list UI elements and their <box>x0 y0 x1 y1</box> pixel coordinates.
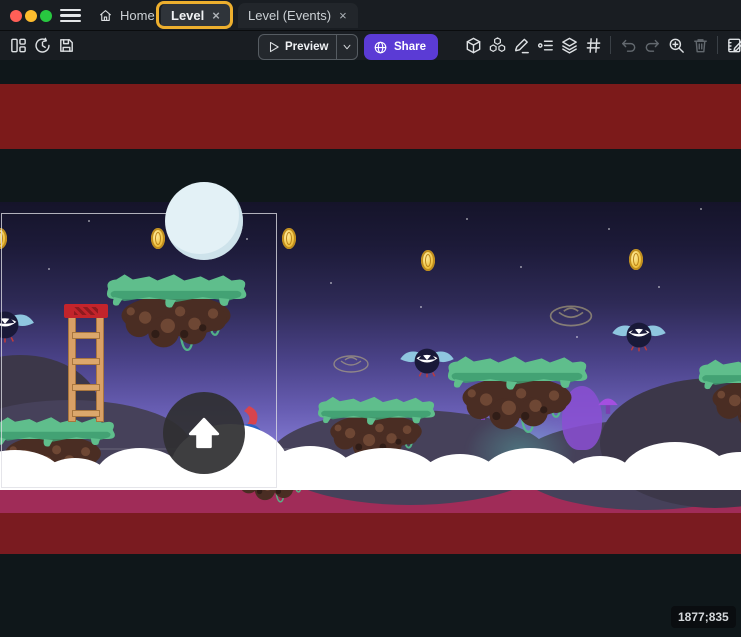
tab-level[interactable]: Level × <box>161 3 231 28</box>
coin[interactable] <box>151 228 165 249</box>
star <box>88 220 90 222</box>
project-manager-icon[interactable] <box>7 33 29 57</box>
moon <box>165 182 243 260</box>
coin[interactable] <box>421 250 435 271</box>
toolbar: Preview Share <box>0 31 741 60</box>
floating-island[interactable] <box>445 348 589 446</box>
tab-level-label: Level <box>171 8 204 23</box>
arrow-up-icon <box>182 411 226 455</box>
instances-list-icon[interactable] <box>534 33 556 57</box>
jump-touch-button[interactable] <box>163 392 245 474</box>
bat-enemy[interactable] <box>398 342 456 384</box>
grid-icon[interactable] <box>582 33 604 57</box>
floating-island[interactable] <box>0 410 118 496</box>
star <box>700 208 702 210</box>
floating-island[interactable] <box>314 390 438 472</box>
tab-level-events[interactable]: Level (Events) × <box>238 3 358 28</box>
chevron-down-icon <box>341 41 353 53</box>
star <box>658 286 660 288</box>
tab-level-events-label: Level (Events) <box>248 8 331 23</box>
share-button[interactable]: Share <box>364 34 438 60</box>
traffic-light-close[interactable] <box>10 10 22 22</box>
edit-pencil-icon[interactable] <box>510 33 532 57</box>
traffic-light-minimize[interactable] <box>25 10 37 22</box>
undo-icon[interactable] <box>617 33 639 57</box>
scene-editor-canvas[interactable] <box>0 60 741 637</box>
traffic-light-zoom[interactable] <box>40 10 52 22</box>
star <box>48 268 50 270</box>
toolbar-divider <box>610 36 611 54</box>
tab-bar: Home Level × Level (Events) × <box>0 0 741 31</box>
coin[interactable] <box>629 249 643 270</box>
toolbar-divider <box>717 36 718 54</box>
preview-dropdown[interactable] <box>336 35 357 59</box>
history-icon[interactable] <box>31 33 53 57</box>
star <box>420 306 422 308</box>
home-icon <box>98 8 113 23</box>
objects-cube-icon[interactable] <box>462 33 484 57</box>
ladder[interactable] <box>66 304 106 422</box>
coin[interactable] <box>282 228 296 249</box>
hamburger-menu-icon[interactable] <box>60 9 81 22</box>
swirl-decoration <box>332 354 370 374</box>
mushroom <box>596 392 620 416</box>
preview-label: Preview <box>281 41 336 53</box>
tab-home-label: Home <box>120 8 155 23</box>
star <box>246 238 248 240</box>
save-icon[interactable] <box>55 33 77 57</box>
share-label: Share <box>394 41 426 53</box>
preview-button[interactable]: Preview <box>258 34 358 60</box>
floating-island[interactable] <box>104 266 248 364</box>
close-tab-icon[interactable]: × <box>338 8 348 23</box>
star <box>330 282 332 284</box>
star <box>608 228 610 230</box>
delete-icon[interactable] <box>689 33 711 57</box>
object-groups-icon[interactable] <box>486 33 508 57</box>
star <box>466 218 468 220</box>
star <box>520 266 522 268</box>
tab-home[interactable]: Home <box>88 3 165 28</box>
zoom-in-icon[interactable] <box>665 33 687 57</box>
gdevelop-window: Home Level × Level (Events) × Previ <box>0 0 741 637</box>
redo-icon[interactable] <box>641 33 663 57</box>
swirl-decoration <box>548 304 594 328</box>
star <box>576 336 578 338</box>
floating-island[interactable] <box>696 346 741 450</box>
cursor-coordinates: 1877;835 <box>671 606 736 628</box>
bottom-dark-red-band <box>0 513 741 554</box>
top-red-band <box>0 84 741 149</box>
fog-streak <box>420 462 660 464</box>
layers-icon[interactable] <box>558 33 580 57</box>
close-tab-icon[interactable]: × <box>211 8 221 23</box>
play-icon <box>267 40 281 54</box>
edit-scene-icon[interactable] <box>724 33 741 57</box>
globe-icon <box>373 40 388 55</box>
bat-enemy[interactable] <box>610 316 668 358</box>
bat-enemy[interactable] <box>0 304 36 350</box>
